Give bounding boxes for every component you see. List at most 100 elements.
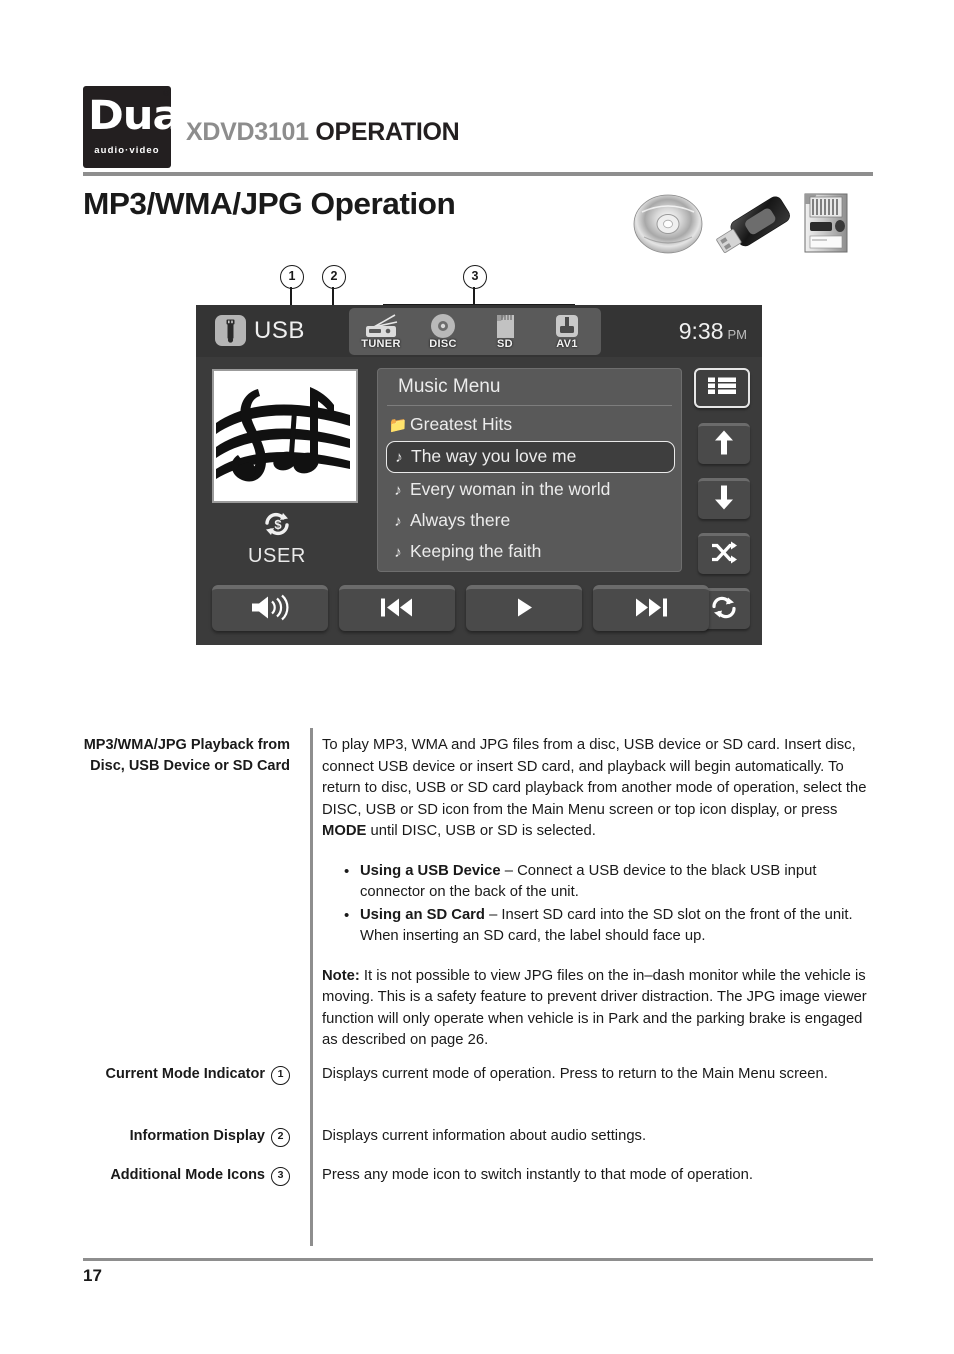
usb-drive-icon <box>716 196 790 253</box>
callout-marker-3: 3 <box>463 265 487 289</box>
content-column-divider <box>310 728 313 1246</box>
mode-button-av1[interactable]: AV1 <box>539 312 595 351</box>
section-label-current-mode: Current Mode Indicator 1 <box>75 1064 290 1085</box>
previous-icon <box>377 597 417 624</box>
section-name: OPERATION <box>315 118 460 146</box>
menu-item-label: Every woman in the world <box>410 479 611 499</box>
previous-track-button[interactable] <box>339 585 455 631</box>
music-note-icon: ♪ <box>394 482 402 499</box>
callout-leader-3a <box>473 287 475 305</box>
speaker-icon <box>248 594 292 627</box>
album-art <box>212 369 358 503</box>
section-label-additional-mode-icons: Additional Mode Icons 3 <box>75 1165 290 1186</box>
arrow-up-icon <box>714 430 734 461</box>
play-button[interactable] <box>466 585 582 631</box>
mode-label-tuner: TUNER <box>361 338 401 350</box>
model-number: XDVD3101 <box>186 118 309 146</box>
menu-item-folder[interactable]: 📁 Greatest Hits <box>386 409 673 440</box>
callout-inline-3: 3 <box>271 1167 290 1186</box>
callout-inline-1: 1 <box>271 1066 290 1085</box>
arrow-down-icon <box>714 485 734 516</box>
next-track-button[interactable] <box>593 585 709 631</box>
mode-button-disc[interactable]: DISC <box>415 312 471 351</box>
page-header: Dual audio·video ® XDVD3101 OPERATION <box>83 86 873 168</box>
additional-mode-icons-text: Press any mode icon to switch instantly … <box>322 1167 753 1183</box>
header-divider <box>83 172 873 176</box>
note-paragraph: Note: It is not possible to view JPG fil… <box>322 966 882 1052</box>
play-icon <box>512 597 536 624</box>
menu-item-track[interactable]: ♪ Every woman in the world <box>386 474 673 505</box>
scroll-up-button[interactable] <box>698 423 750 464</box>
music-note-icon: ♪ <box>394 513 402 530</box>
registered-mark: ® <box>163 88 170 98</box>
section-label-playback: MP3/WMA/JPG Playback from Disc, USB Devi… <box>83 737 290 774</box>
shuffle-icon <box>710 541 738 570</box>
usb-icon[interactable] <box>215 315 246 346</box>
volume-button[interactable] <box>212 585 328 631</box>
mode-button-sd[interactable]: SD <box>477 312 533 351</box>
playback-paragraph: To play MP3, WMA and JPG files from a di… <box>322 735 882 843</box>
note-label: Note: <box>322 967 360 984</box>
bullet-sd-title: Using an SD Card <box>360 906 485 923</box>
disc-icon <box>633 194 703 254</box>
footer-divider <box>83 1258 873 1261</box>
mode-label-disc: DISC <box>429 338 457 350</box>
callout-marker-2: 2 <box>322 265 346 289</box>
music-menu-panel: Music Menu 📁 Greatest Hits ♪ The way you l… <box>377 368 682 572</box>
clock-ampm: PM <box>727 327 748 342</box>
page-number: 17 <box>83 1266 102 1285</box>
repeat-user-icon: $ <box>261 510 295 543</box>
mode-button-tuner[interactable]: TUNER <box>353 312 409 351</box>
label-text: Additional Mode Icons <box>110 1167 265 1183</box>
sd-card-icon <box>804 193 848 253</box>
menu-item-track-selected[interactable]: ♪ The way you love me <box>386 441 675 473</box>
bullet-sd-card: Using an SD Card – Insert SD card into t… <box>344 905 882 948</box>
information-display-text: Displays current information about audio… <box>322 1128 647 1144</box>
section-label-information-display: Information Display 2 <box>75 1126 290 1147</box>
folder-icon: 📁 <box>388 417 408 434</box>
playback-paragraph-text: To play MP3, WMA and JPG files from a di… <box>322 737 867 818</box>
scroll-down-button[interactable] <box>698 478 750 519</box>
note-text: It is not possible to view JPG files on … <box>322 967 867 1049</box>
menu-separator <box>387 405 672 406</box>
menu-item-track[interactable]: ♪ Always there <box>386 505 673 536</box>
menu-item-label: The way you love me <box>411 446 577 466</box>
dual-logo: Dual audio·video <box>83 86 195 168</box>
brand-tagline: audio·video <box>94 145 160 156</box>
bullet-usb-title: Using a USB Device <box>360 862 501 879</box>
current-source-label: USB <box>254 317 305 344</box>
next-icon <box>631 597 671 624</box>
shuffle-button[interactable] <box>698 533 750 574</box>
label-text: Information Display <box>129 1128 265 1144</box>
mode-label-sd: SD <box>497 338 513 350</box>
usage-bullet-list: Using a USB Device – Connect a USB devic… <box>322 861 882 948</box>
callout-marker-1: 1 <box>280 265 304 289</box>
playback-paragraph-tail: until DISC, USB or SD is selected. <box>366 823 596 839</box>
list-view-button[interactable] <box>694 368 750 408</box>
page-title: MP3/WMA/JPG Operation <box>83 186 456 221</box>
brand-name: Dual <box>88 93 195 139</box>
label-text: Current Mode Indicator <box>105 1066 265 1082</box>
music-menu-title: Music Menu <box>398 376 501 397</box>
screen-status-bar: USB TUNER DISC SD AV1 9:38 PM <box>196 305 762 357</box>
menu-item-track[interactable]: ♪ Keeping the faith <box>386 536 673 567</box>
music-note-icon: ♪ <box>394 544 402 561</box>
music-note-icon: ♪ <box>395 449 403 466</box>
header-title: XDVD3101 OPERATION <box>186 118 460 147</box>
eq-preset-label: USER <box>248 545 306 567</box>
menu-item-label: Greatest Hits <box>410 414 513 434</box>
menu-item-label: Always there <box>410 510 511 530</box>
svg-text:$: $ <box>274 517 282 532</box>
clock-time: 9:38 <box>678 318 724 344</box>
device-screen-mockup: USB TUNER DISC SD AV1 9:38 PM $ USER Mus… <box>196 305 762 645</box>
current-mode-text: Displays current mode of operation. Pres… <box>322 1066 828 1082</box>
mode-keyword: MODE <box>322 823 367 839</box>
clock-display: 9:38 PM <box>679 318 747 345</box>
mode-icon-tray: TUNER DISC SD AV1 <box>349 308 601 355</box>
mode-label-av1: AV1 <box>556 338 578 350</box>
menu-item-label: Keeping the faith <box>410 541 542 561</box>
repeat-icon <box>709 596 739 625</box>
bullet-usb-device: Using a USB Device – Connect a USB devic… <box>344 861 882 904</box>
media-type-icons <box>632 192 862 254</box>
callout-inline-2: 2 <box>271 1128 290 1147</box>
